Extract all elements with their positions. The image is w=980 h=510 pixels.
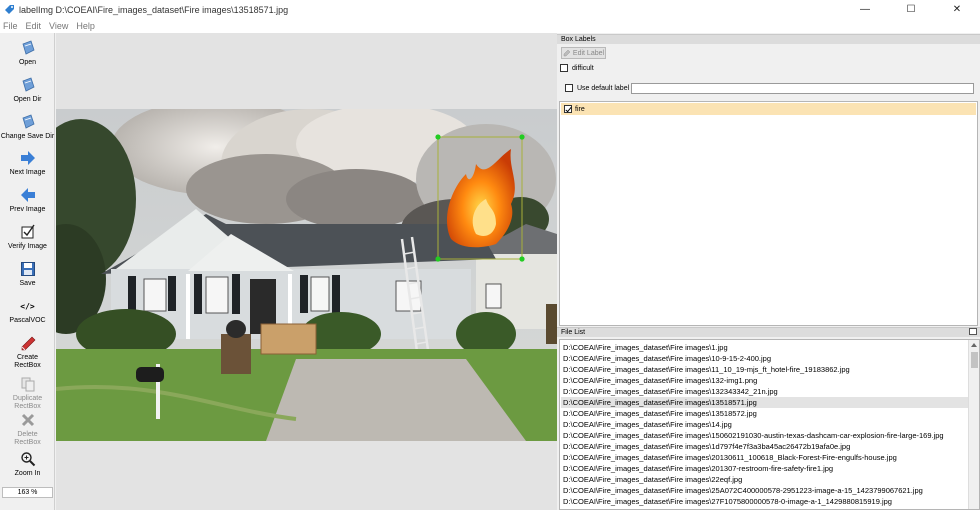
fire-house-photo	[56, 109, 557, 441]
duplicate-rectbox-label-2: RectBox	[14, 403, 41, 410]
create-rectbox-button[interactable]: Create RectBox	[0, 335, 55, 370]
file-list-item[interactable]: D:\COEAI\Fire_images_dataset\Fire images…	[561, 452, 969, 463]
duplicate-rectbox-label-1: Duplicate	[12, 395, 43, 402]
open-button[interactable]: Open	[0, 40, 55, 67]
default-label-input[interactable]	[631, 83, 974, 94]
difficult-checkbox[interactable]	[560, 64, 568, 72]
prev-image-button[interactable]: Prev Image	[0, 187, 55, 214]
file-list-item[interactable]: D:\COEAI\Fire_images_dataset\Fire images…	[561, 419, 969, 430]
create-rectbox-label-1: Create	[16, 354, 38, 361]
label-list[interactable]: fire	[559, 101, 978, 326]
right-dock: Box Labels Edit Label difficult Use defa…	[557, 33, 980, 510]
magnifier-zoom-in-icon	[20, 451, 36, 467]
file-list-item[interactable]: D:\COEAI\Fire_images_dataset\Fire images…	[561, 375, 969, 386]
floppy-save-icon	[20, 261, 36, 277]
file-list-item[interactable]: D:\COEAI\Fire_images_dataset\Fire images…	[561, 353, 969, 364]
use-default-label-text: Use default label	[577, 84, 630, 92]
file-list-item[interactable]: D:\COEAI\Fire_images_dataset\Fire images…	[561, 463, 969, 474]
delete-rectbox-button[interactable]: Delete RectBox	[0, 412, 55, 447]
edit-label-button[interactable]: Edit Label	[561, 47, 606, 59]
labelimg-window: { "window": { "title": "labelImg D:\\COE…	[0, 0, 980, 510]
scroll-thumb[interactable]	[971, 352, 978, 368]
menu-help[interactable]: Help	[72, 21, 99, 31]
file-list-item[interactable]: D:\COEAI\Fire_images_dataset\Fire images…	[561, 430, 969, 441]
zoom-in-button[interactable]: Zoom In	[0, 451, 55, 478]
open-label: Open	[18, 59, 37, 66]
duplicate-rectbox-icon	[20, 376, 36, 392]
dock-float-icon[interactable]	[969, 328, 977, 335]
label-item-fire[interactable]: fire	[561, 103, 976, 115]
save-label: Save	[19, 280, 36, 287]
image-canvas[interactable]	[56, 33, 557, 510]
menu-edit[interactable]: Edit	[22, 21, 46, 31]
code-format-icon: </>	[20, 301, 35, 311]
use-default-label-checkbox[interactable]	[565, 84, 573, 92]
next-image-label: Next Image	[9, 169, 46, 176]
label-fire-text: fire	[575, 105, 585, 113]
file-list-title: File List	[557, 327, 980, 337]
title-bar: labelImg D:\COEAI\Fire_images_dataset\Fi…	[0, 0, 980, 19]
menu-file[interactable]: File	[0, 21, 22, 31]
checkbox-verify-icon	[20, 224, 36, 240]
file-list-item[interactable]: D:\COEAI\Fire_images_dataset\Fire images…	[561, 342, 969, 353]
file-list-item[interactable]: D:\COEAI\Fire_images_dataset\Fire images…	[561, 474, 969, 485]
open-folder-icon	[20, 40, 36, 56]
create-rectbox-icon	[20, 335, 36, 351]
edit-pencil-icon	[563, 49, 571, 57]
file-list-item[interactable]: D:\COEAI\Fire_images_dataset\Fire images…	[561, 408, 969, 419]
change-save-dir-label: Change Save Dir	[0, 133, 55, 140]
toolbar: Open Open Dir Change Save Dir Next Image…	[0, 33, 55, 510]
file-list-item[interactable]: D:\COEAI\Fire_images_dataset\Fire images…	[561, 496, 969, 507]
use-default-label-row: Use default label	[565, 84, 629, 92]
open-dir-label: Open Dir	[13, 96, 42, 103]
file-list-item[interactable]: D:\COEAI\Fire_images_dataset\Fire images…	[561, 485, 969, 496]
change-save-dir-button[interactable]: Change Save Dir	[0, 114, 55, 141]
menu-view[interactable]: View	[45, 21, 72, 31]
menu-bar: File Edit View Help	[0, 19, 980, 33]
difficult-row: difficult	[560, 64, 594, 72]
window-title: labelImg D:\COEAI\Fire_images_dataset\Fi…	[19, 4, 289, 15]
zoom-in-label: Zoom In	[14, 470, 41, 477]
open-dir-icon	[20, 77, 36, 93]
next-image-button[interactable]: Next Image	[0, 150, 55, 177]
prev-image-label: Prev Image	[9, 206, 46, 213]
difficult-label: difficult	[572, 64, 594, 72]
file-list-item[interactable]: D:\COEAI\Fire_images_dataset\Fire images…	[561, 441, 969, 452]
create-rectbox-label-2: RectBox	[14, 362, 41, 369]
duplicate-rectbox-button[interactable]: Duplicate RectBox	[0, 376, 55, 411]
verify-image-button[interactable]: Verify Image	[0, 224, 55, 251]
open-dir-button[interactable]: Open Dir	[0, 77, 55, 104]
file-list-item[interactable]: D:\COEAI\Fire_images_dataset\Fire images…	[561, 397, 969, 408]
close-button[interactable]: ✕	[934, 0, 980, 19]
scroll-up-arrow-icon[interactable]	[971, 343, 977, 347]
box-labels-title: Box Labels	[557, 34, 980, 44]
delete-x-icon	[20, 412, 36, 428]
file-list-item[interactable]: D:\COEAI\Fire_images_dataset\Fire images…	[561, 386, 969, 397]
file-list[interactable]: D:\COEAI\Fire_images_dataset\Fire images…	[559, 339, 980, 510]
pascalvoc-label: PascalVOC	[9, 317, 46, 324]
file-list-scrollbar[interactable]	[968, 340, 979, 509]
delete-rectbox-label-2: RectBox	[14, 439, 41, 446]
delete-rectbox-label-1: Delete	[17, 431, 38, 438]
change-save-dir-icon	[20, 114, 36, 130]
labelimg-app-icon	[5, 5, 14, 14]
minimize-button[interactable]: —	[842, 0, 888, 19]
zoom-value-spinbox[interactable]: 163 %	[2, 487, 53, 498]
label-fire-checkbox[interactable]	[564, 105, 572, 113]
save-button[interactable]: Save	[0, 261, 55, 288]
file-list-item[interactable]: D:\COEAI\Fire_images_dataset\Fire images…	[561, 364, 969, 375]
edit-label-text: Edit Label	[572, 49, 605, 57]
pascalvoc-format-button[interactable]: </> PascalVOC	[0, 298, 55, 325]
arrow-left-icon	[20, 187, 36, 203]
verify-image-label: Verify Image	[8, 243, 47, 250]
arrow-right-icon	[20, 150, 36, 166]
maximize-button[interactable]: ☐	[888, 0, 934, 19]
